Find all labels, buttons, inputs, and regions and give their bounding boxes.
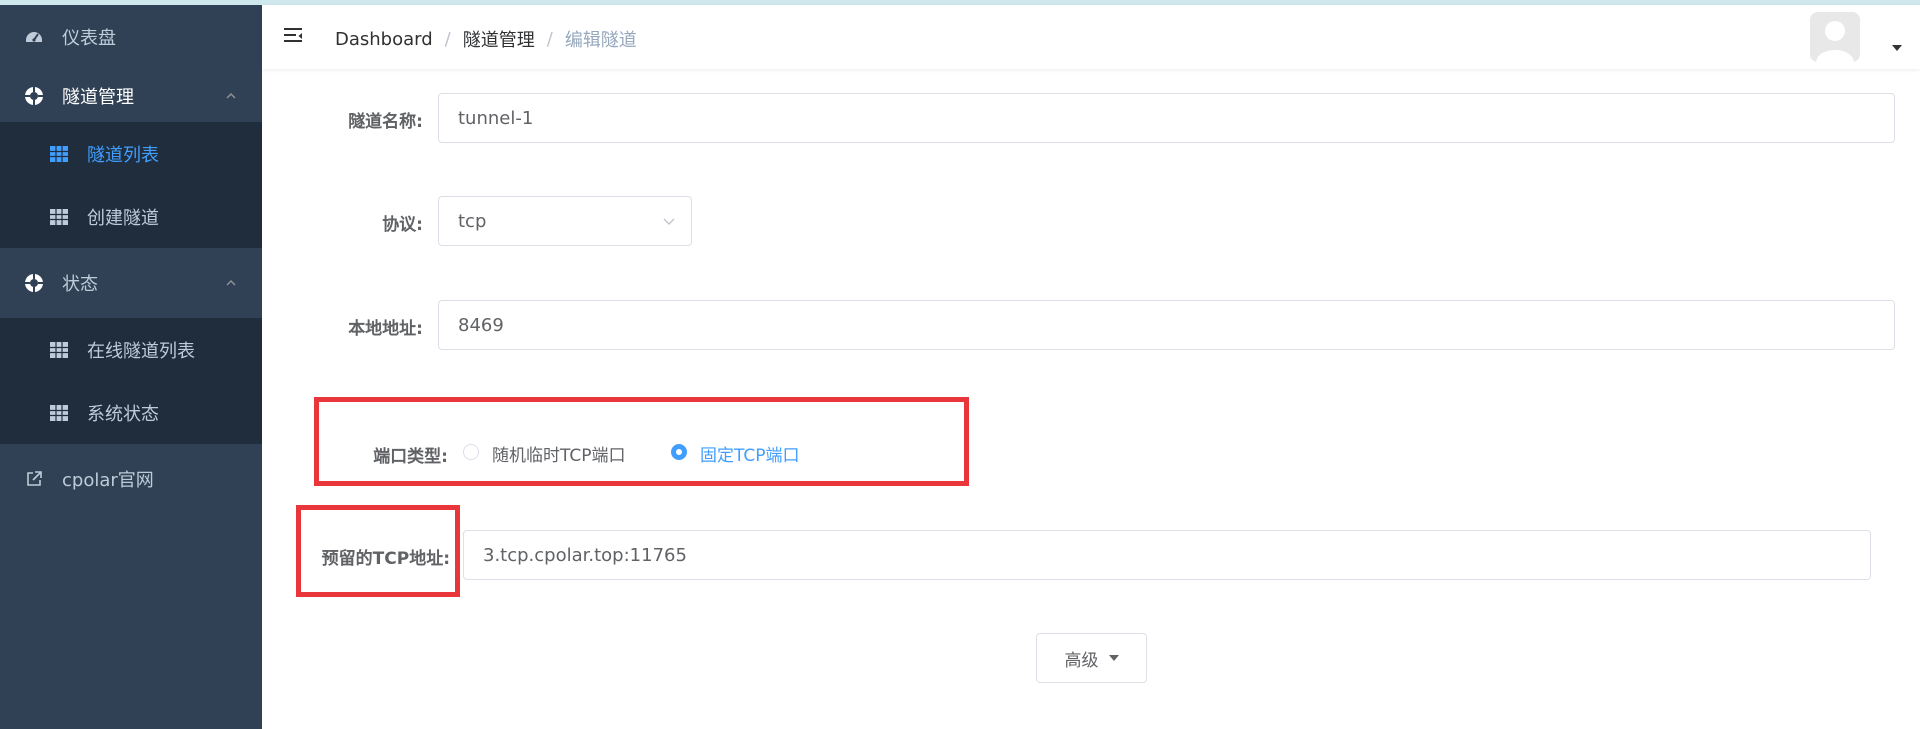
breadcrumb-item-dashboard[interactable]: Dashboard [335,29,433,50]
breadcrumb-item-current: 编辑隧道 [564,30,637,51]
tunnel-name-input[interactable]: tunnel-1 [438,93,1895,143]
sidebar-item-label: 在线隧道列表 [87,340,195,362]
tunnel-name-value: tunnel-1 [458,107,534,129]
chevron-down-icon [663,218,675,225]
top-navbar: Dashboard / 隧道管理 / 编辑隧道 [262,5,1920,69]
user-placeholder-icon [1810,12,1860,62]
caret-down-icon[interactable] [1892,45,1902,51]
sidebar-item-label: 系统状态 [87,403,159,425]
protocol-select[interactable]: tcp [438,196,692,246]
sidebar-item-tunnel-list[interactable]: 隧道列表 [0,122,262,185]
sidebar-item-cpolar-site[interactable]: cpolar官网 [0,444,262,514]
sidebar-item-label: 状态 [62,274,98,295]
breadcrumb-separator: / [546,28,553,50]
sidebar-item-create-tunnel[interactable]: 创建隧道 [0,185,262,248]
protocol-label: 协议: [382,215,423,235]
menu-fold-icon[interactable] [282,25,304,47]
lifebuoy-icon [24,86,44,106]
avatar[interactable] [1810,12,1860,62]
local-address-input[interactable]: 8469 [438,300,1895,350]
local-address-label: 本地地址: [348,319,423,339]
reserved-tcp-label: 预留的TCP地址: [321,549,450,569]
advanced-button[interactable]: 高级 [1036,633,1147,683]
sidebar-item-label: 仪表盘 [62,28,116,49]
advanced-button-label: 高级 [1064,650,1099,671]
sidebar-item-label: 创建隧道 [87,207,159,229]
sidebar: 仪表盘 隧道管理 隧道列表 创建隧道 状态 在线隧道列表 系统状态 cpolar… [0,5,262,729]
breadcrumb-separator: / [444,28,451,50]
radio-fixed-port-label[interactable]: 固定TCP端口 [700,441,800,466]
protocol-value: tcp [458,210,487,232]
radio-fixed-port[interactable] [671,444,687,460]
lifebuoy-icon [24,273,44,293]
sidebar-item-dashboard[interactable]: 仪表盘 [0,5,262,69]
breadcrumb: Dashboard / 隧道管理 / 编辑隧道 [335,26,637,52]
sidebar-item-label: 隧道列表 [87,144,159,166]
radio-random-port-label[interactable]: 随机临时TCP端口 [492,441,626,466]
sidebar-item-status[interactable]: 状态 [0,248,262,318]
caret-down-icon [1108,655,1119,661]
external-link-icon [24,469,44,489]
sidebar-item-system-status[interactable]: 系统状态 [0,381,262,444]
table-icon [49,340,69,360]
reserved-tcp-input[interactable]: 3.tcp.cpolar.top:11765 [463,530,1871,580]
sidebar-item-label: cpolar官网 [62,470,154,491]
sidebar-item-tunnel-management[interactable]: 隧道管理 [0,69,262,122]
port-type-label: 端口类型: [373,447,448,467]
breadcrumb-item-tunnel-management[interactable]: 隧道管理 [463,26,535,52]
table-icon [49,207,69,227]
table-icon [49,403,69,423]
dashboard-icon [24,27,44,47]
chevron-up-icon [226,280,236,286]
chevron-up-icon [226,92,236,98]
local-address-value: 8469 [458,314,504,336]
radio-random-port[interactable] [463,444,479,460]
table-icon [49,144,69,164]
tunnel-name-label: 隧道名称: [348,112,423,132]
sidebar-item-label: 隧道管理 [62,86,134,108]
sidebar-item-online-tunnels[interactable]: 在线隧道列表 [0,318,262,381]
reserved-tcp-value: 3.tcp.cpolar.top:11765 [483,544,687,566]
